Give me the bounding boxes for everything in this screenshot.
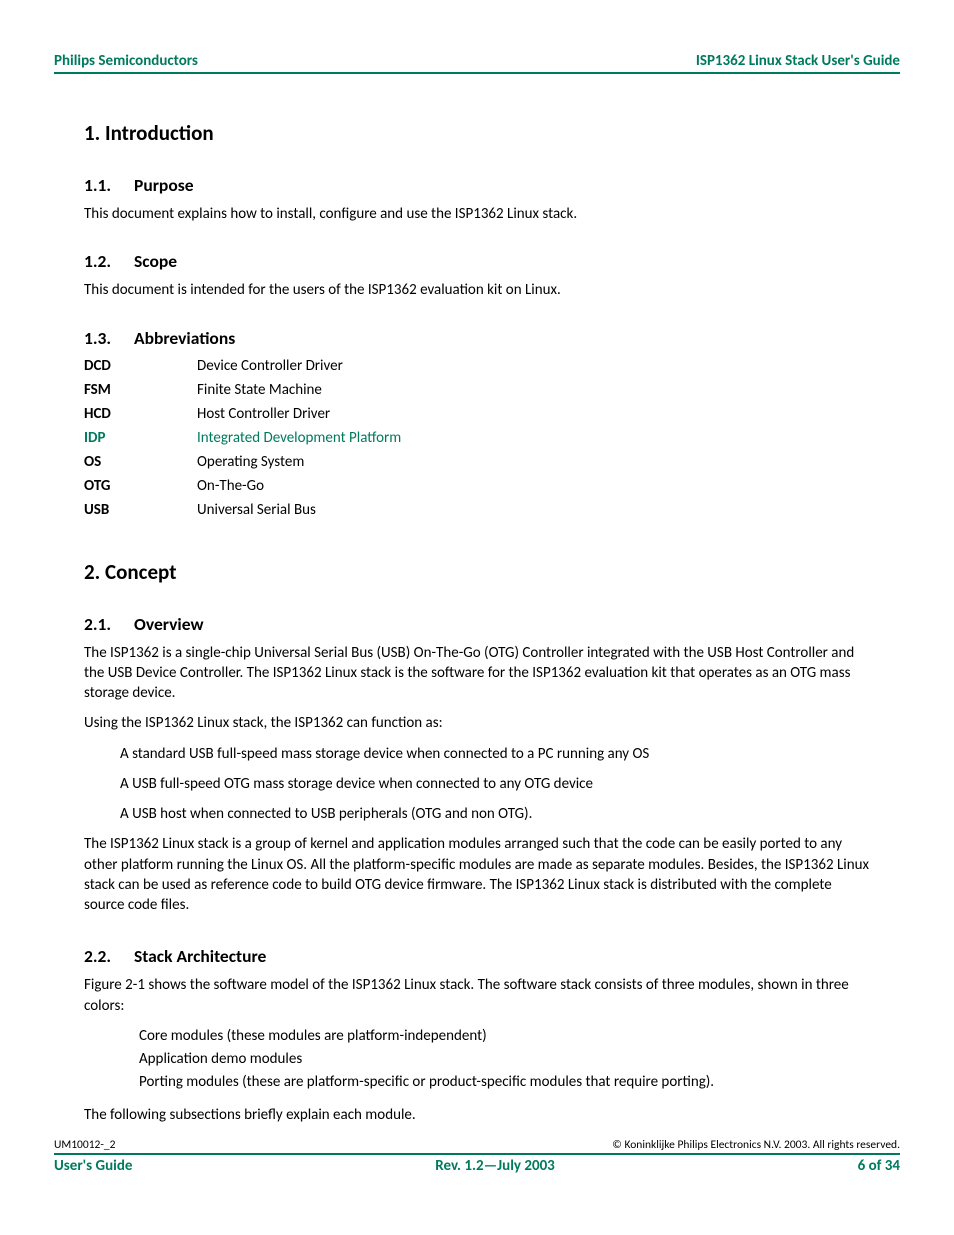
header-doc-title: ISP1362 Linux Stack User's Guide bbox=[696, 52, 900, 70]
abbr-row: OS Operating System bbox=[84, 453, 870, 471]
abbr-def: Device Controller Driver bbox=[197, 357, 343, 375]
heading-text: Abbreviations bbox=[134, 327, 235, 349]
heading-text: Stack Architecture bbox=[134, 945, 266, 967]
heading-number: 2.1. bbox=[84, 613, 134, 635]
abbr-def: Universal Serial Bus bbox=[197, 501, 316, 519]
heading-number: 1.1. bbox=[84, 174, 134, 196]
abbr-term: IDP bbox=[84, 429, 197, 447]
abbr-row: IDP Integrated Development Platform bbox=[84, 429, 870, 447]
abbr-def: Finite State Machine bbox=[197, 381, 322, 399]
paragraph: This document is intended for the users … bbox=[84, 280, 870, 300]
heading-text: Purpose bbox=[134, 174, 194, 196]
section-1-1-heading: 1.1. Purpose bbox=[84, 174, 870, 196]
section-2-2-heading: 2.2. Stack Architecture bbox=[84, 945, 870, 967]
abbr-term: DCD bbox=[84, 357, 197, 375]
abbr-row: USB Universal Serial Bus bbox=[84, 501, 870, 519]
abbr-term: HCD bbox=[84, 405, 197, 423]
list-item: A USB host when connected to USB periphe… bbox=[120, 804, 870, 824]
abbr-term: FSM bbox=[84, 381, 197, 399]
abbr-def: Operating System bbox=[197, 453, 304, 471]
page-footer: UM10012-_2 © Koninklijke Philips Electro… bbox=[54, 1138, 900, 1175]
abbr-term: USB bbox=[84, 501, 197, 519]
footer-center: Rev. 1.2—July 2003 bbox=[435, 1157, 555, 1175]
list-item: A standard USB full-speed mass storage d… bbox=[120, 744, 870, 764]
list-item: A USB full-speed OTG mass storage device… bbox=[120, 774, 870, 794]
abbr-def: On-The-Go bbox=[197, 477, 264, 495]
heading-text: Overview bbox=[134, 613, 203, 635]
abbr-term: OTG bbox=[84, 477, 197, 495]
paragraph: This document explains how to install, c… bbox=[84, 204, 870, 224]
paragraph: The ISP1362 Linux stack is a group of ke… bbox=[84, 834, 870, 915]
heading-number: 1.3. bbox=[84, 327, 134, 349]
section-1-2-heading: 1.2. Scope bbox=[84, 250, 870, 272]
list-item: Application demo modules bbox=[139, 1049, 870, 1070]
footer-doc-id: UM10012-_2 bbox=[54, 1138, 115, 1152]
paragraph: The ISP1362 is a single-chip Universal S… bbox=[84, 643, 870, 704]
section-1-title: 1. Introduction bbox=[84, 120, 870, 146]
heading-number: 2.2. bbox=[84, 945, 134, 967]
list-item: Core modules (these modules are platform… bbox=[139, 1026, 870, 1047]
abbr-row: DCD Device Controller Driver bbox=[84, 357, 870, 375]
list-item: Porting modules (these are platform-spec… bbox=[139, 1072, 870, 1093]
section-1-3-heading: 1.3. Abbreviations bbox=[84, 327, 870, 349]
section-2-title: 2. Concept bbox=[84, 559, 870, 585]
footer-bottom-row: User's Guide Rev. 1.2—July 2003 6 of 34 bbox=[54, 1157, 900, 1175]
footer-top-row: UM10012-_2 © Koninklijke Philips Electro… bbox=[54, 1138, 900, 1155]
footer-left: User's Guide bbox=[54, 1157, 132, 1175]
abbr-row: OTG On-The-Go bbox=[84, 477, 870, 495]
abbr-def: Host Controller Driver bbox=[197, 405, 330, 423]
header-company: Philips Semiconductors bbox=[54, 52, 198, 70]
paragraph: The following subsections briefly explai… bbox=[84, 1105, 870, 1125]
abbr-term: OS bbox=[84, 453, 197, 471]
paragraph: Figure 2-1 shows the software model of t… bbox=[84, 975, 870, 1016]
abbr-def: Integrated Development Platform bbox=[197, 429, 401, 447]
abbr-row: HCD Host Controller Driver bbox=[84, 405, 870, 423]
footer-right: 6 of 34 bbox=[858, 1157, 900, 1175]
page-header: Philips Semiconductors ISP1362 Linux Sta… bbox=[54, 52, 900, 74]
section-2-1-heading: 2.1. Overview bbox=[84, 613, 870, 635]
abbr-row: FSM Finite State Machine bbox=[84, 381, 870, 399]
paragraph: Using the ISP1362 Linux stack, the ISP13… bbox=[84, 713, 870, 733]
heading-text: Scope bbox=[134, 250, 177, 272]
heading-number: 1.2. bbox=[84, 250, 134, 272]
page-content: 1. Introduction 1.1. Purpose This docume… bbox=[54, 120, 900, 1125]
footer-copyright: © Koninklijke Philips Electronics N.V. 2… bbox=[612, 1138, 900, 1152]
